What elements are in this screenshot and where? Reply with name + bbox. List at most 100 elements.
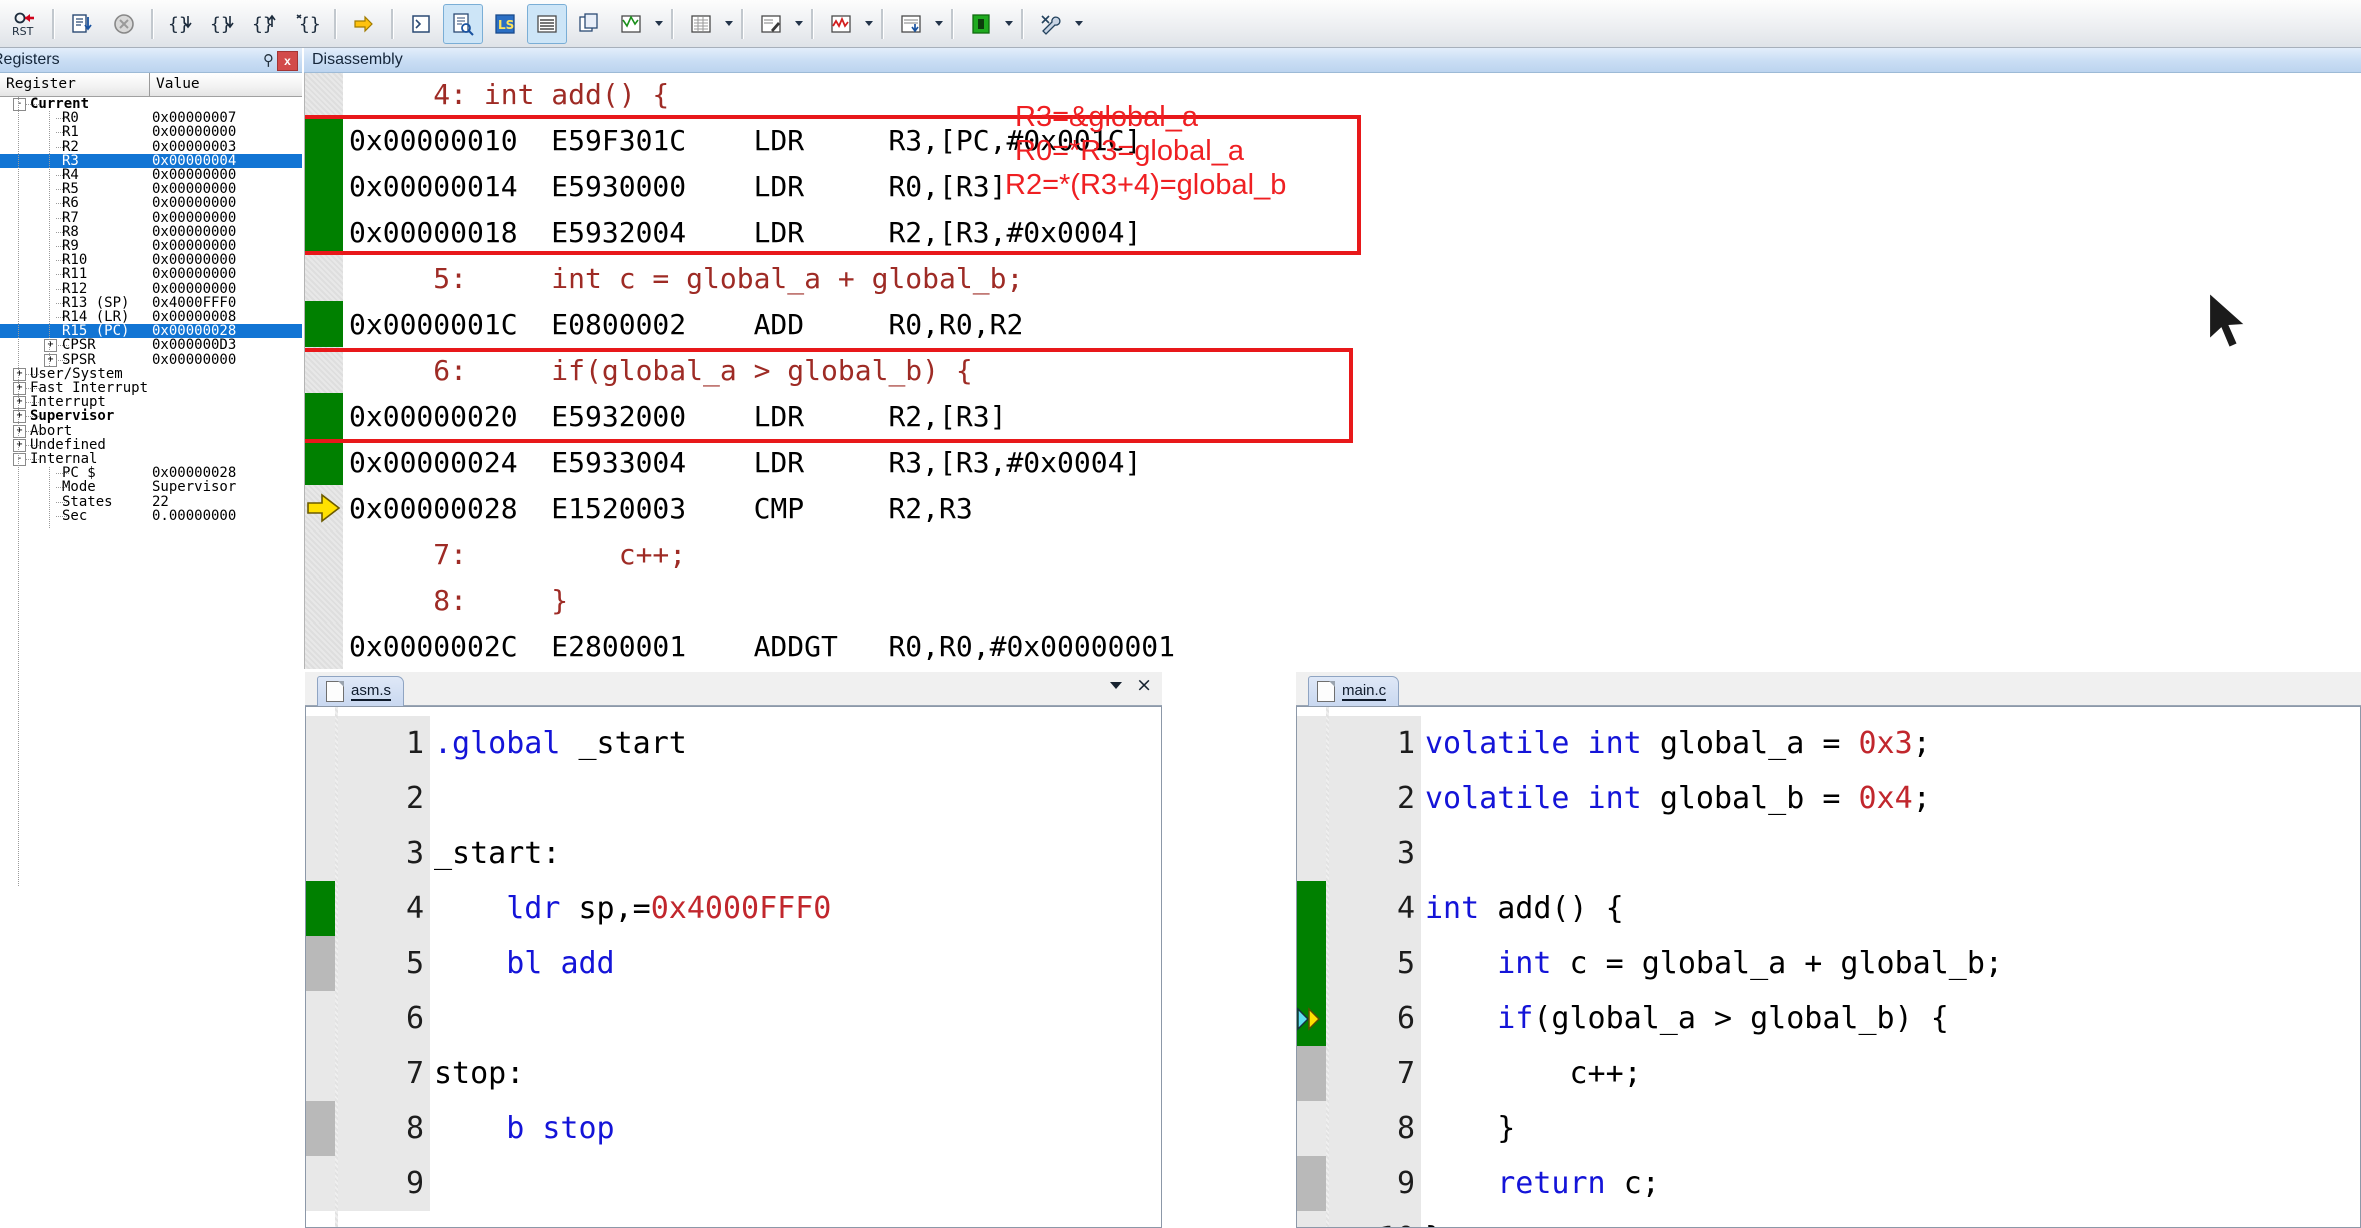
breakpoint-gutter[interactable]: [305, 881, 335, 936]
register-row[interactable]: + CPSR 0x000000D3: [0, 337, 302, 353]
serial-dropdown-caret[interactable]: [792, 4, 805, 44]
disassembly-instruction-row[interactable]: 0x0000001C E0800002 ADD R0,R0,R2: [305, 301, 2361, 347]
breakpoint-gutter[interactable]: [1296, 716, 1326, 771]
register-row[interactable]: R2 0x00000003: [0, 139, 302, 155]
system-viewer-dropdown-caret[interactable]: [1002, 4, 1015, 44]
disassembly-source-row[interactable]: 6: if(global_a > global_b) {: [305, 347, 2361, 393]
register-row[interactable]: R4 0x00000000: [0, 167, 302, 183]
register-row[interactable]: + Fast Interrupt: [0, 380, 302, 396]
breakpoint-gutter[interactable]: [305, 73, 343, 117]
disassembly-code-area[interactable]: 4: int add() {0x00000010 E59F301C LDR R3…: [304, 73, 2361, 669]
watch-window-button[interactable]: [611, 4, 651, 44]
editor-code-main[interactable]: 1 volatile int global_a = 0x3; 2 volatile i…: [1296, 706, 2361, 1228]
register-row[interactable]: - Current: [0, 97, 302, 112]
breakpoint-gutter[interactable]: [305, 531, 343, 577]
register-row[interactable]: R15 (PC) 0x00000028: [0, 323, 302, 339]
code-line[interactable]: 5 int c = global_a + global_b;: [1296, 936, 2361, 991]
breakpoint-gutter[interactable]: [1296, 991, 1326, 1046]
collapse-icon[interactable]: -: [13, 98, 26, 111]
step-into-button[interactable]: {}: [161, 4, 201, 44]
disassembly-instruction-row[interactable]: 0x00000018 E5932004 LDR R2,[R3,#0x0004]: [305, 209, 2361, 255]
expand-icon[interactable]: +: [13, 424, 26, 438]
register-row[interactable]: R3 0x00000004: [0, 153, 302, 169]
register-row[interactable]: - Internal: [0, 451, 302, 467]
collapse-icon[interactable]: -: [13, 453, 26, 466]
code-line[interactable]: 3: [1296, 826, 2361, 881]
register-row[interactable]: States 22: [0, 494, 302, 510]
breakpoint-gutter[interactable]: [1296, 826, 1326, 881]
register-row[interactable]: R12 0x00000000: [0, 281, 302, 297]
code-line[interactable]: 6 if(global_a > global_b) {: [1296, 991, 2361, 1046]
register-row[interactable]: + Undefined: [0, 437, 302, 453]
disassembly-window-button[interactable]: [443, 3, 483, 44]
register-row[interactable]: R0 0x00000007: [0, 110, 302, 126]
code-line[interactable]: 10}: [1296, 1211, 2361, 1228]
symbols-window-button[interactable]: LS: [485, 4, 525, 44]
disassembly-instruction-row[interactable]: 0x00000010 E59F301C LDR R3,[PC,#0x001C]: [305, 117, 2361, 163]
step-over-button[interactable]: {}: [203, 4, 243, 44]
register-row[interactable]: + Supervisor: [0, 408, 302, 424]
code-line[interactable]: 1 .global _start: [305, 716, 1162, 771]
breakpoint-gutter[interactable]: [305, 209, 343, 255]
register-row[interactable]: R11 0x00000000: [0, 266, 302, 282]
register-row[interactable]: R13 (SP) 0x4000FFF0: [0, 295, 302, 311]
breakpoint-gutter[interactable]: [305, 771, 335, 826]
disassembly-instruction-row[interactable]: 0x00000024 E5933004 LDR R3,[R3,#0x0004]: [305, 439, 2361, 485]
close-icon[interactable]: ×: [1136, 676, 1152, 695]
breakpoint-gutter[interactable]: [305, 439, 343, 485]
expand-icon[interactable]: +: [13, 410, 26, 424]
expand-icon[interactable]: +: [13, 438, 26, 452]
code-line[interactable]: 2 volatile int global_b = 0x4;: [1296, 771, 2361, 826]
disassembly-source-row[interactable]: 7: c++;: [305, 531, 2361, 577]
breakpoint-gutter[interactable]: [305, 163, 343, 209]
breakpoint-gutter[interactable]: [305, 117, 343, 163]
breakpoint-gutter[interactable]: [305, 623, 343, 669]
code-line[interactable]: 4 int add() {: [1296, 881, 2361, 936]
step-out-button[interactable]: {}: [245, 4, 285, 44]
memory-dropdown-caret[interactable]: [722, 4, 735, 44]
code-line[interactable]: 2: [305, 771, 1162, 826]
show-next-statement-button[interactable]: [344, 4, 384, 44]
register-row[interactable]: PC $0x00000028: [0, 465, 302, 481]
register-row[interactable]: R7 0x00000000: [0, 210, 302, 226]
breakpoint-gutter[interactable]: [305, 1101, 335, 1156]
toolbox-dropdown-caret[interactable]: [1072, 4, 1085, 44]
register-row[interactable]: R8 0x00000000: [0, 224, 302, 240]
register-row[interactable]: + Interrupt: [0, 394, 302, 410]
registers-tree[interactable]: - Current R0 0x00000007 R1 0x00000000 R2 0x0000…: [0, 97, 302, 887]
run-button[interactable]: [62, 4, 102, 44]
toolbox-button[interactable]: [1031, 4, 1071, 44]
breakpoint-gutter[interactable]: [305, 826, 335, 881]
tab-asm-s[interactable]: asm.s: [317, 676, 405, 706]
disassembly-instruction-row[interactable]: 0x00000020 E5932000 LDR R2,[R3]: [305, 393, 2361, 439]
code-line[interactable]: 5 bl add: [305, 936, 1162, 991]
breakpoint-gutter[interactable]: [305, 991, 335, 1046]
disassembly-source-row[interactable]: 5: int c = global_a + global_b;: [305, 255, 2361, 301]
register-row[interactable]: R5 0x00000000: [0, 181, 302, 197]
breakpoint-gutter[interactable]: [1296, 1211, 1326, 1228]
reset-button[interactable]: RST: [5, 4, 45, 44]
watch-dropdown-caret[interactable]: [652, 4, 665, 44]
breakpoint-gutter[interactable]: [305, 485, 343, 531]
register-row[interactable]: + SPSR 0x00000000: [0, 352, 302, 368]
trace-dropdown-caret[interactable]: [932, 4, 945, 44]
registers-window-button[interactable]: [527, 3, 567, 44]
analysis-window-button[interactable]: [821, 4, 861, 44]
code-line[interactable]: 6: [305, 991, 1162, 1046]
disassembly-instruction-row[interactable]: 0x00000028 E1520003 CMP R2,R3: [305, 485, 2361, 531]
column-header-value[interactable]: Value: [150, 73, 302, 96]
breakpoint-gutter[interactable]: [305, 1046, 335, 1101]
breakpoint-gutter[interactable]: [1296, 936, 1326, 991]
disassembly-source-row[interactable]: 4: int add() {: [305, 73, 2361, 117]
analysis-dropdown-caret[interactable]: [862, 4, 875, 44]
register-row[interactable]: + User/System: [0, 366, 302, 382]
code-line[interactable]: 7 stop:: [305, 1046, 1162, 1101]
serial-window-button[interactable]: [751, 4, 791, 44]
breakpoint-gutter[interactable]: [305, 1156, 335, 1211]
trace-window-button[interactable]: [891, 4, 931, 44]
code-line[interactable]: 7 c++;: [1296, 1046, 2361, 1101]
register-row[interactable]: R10 0x00000000: [0, 252, 302, 268]
code-line[interactable]: 4 ldr sp,=0x4000FFF0: [305, 881, 1162, 936]
register-row[interactable]: + Abort: [0, 423, 302, 439]
register-row[interactable]: R9 0x00000000: [0, 238, 302, 254]
